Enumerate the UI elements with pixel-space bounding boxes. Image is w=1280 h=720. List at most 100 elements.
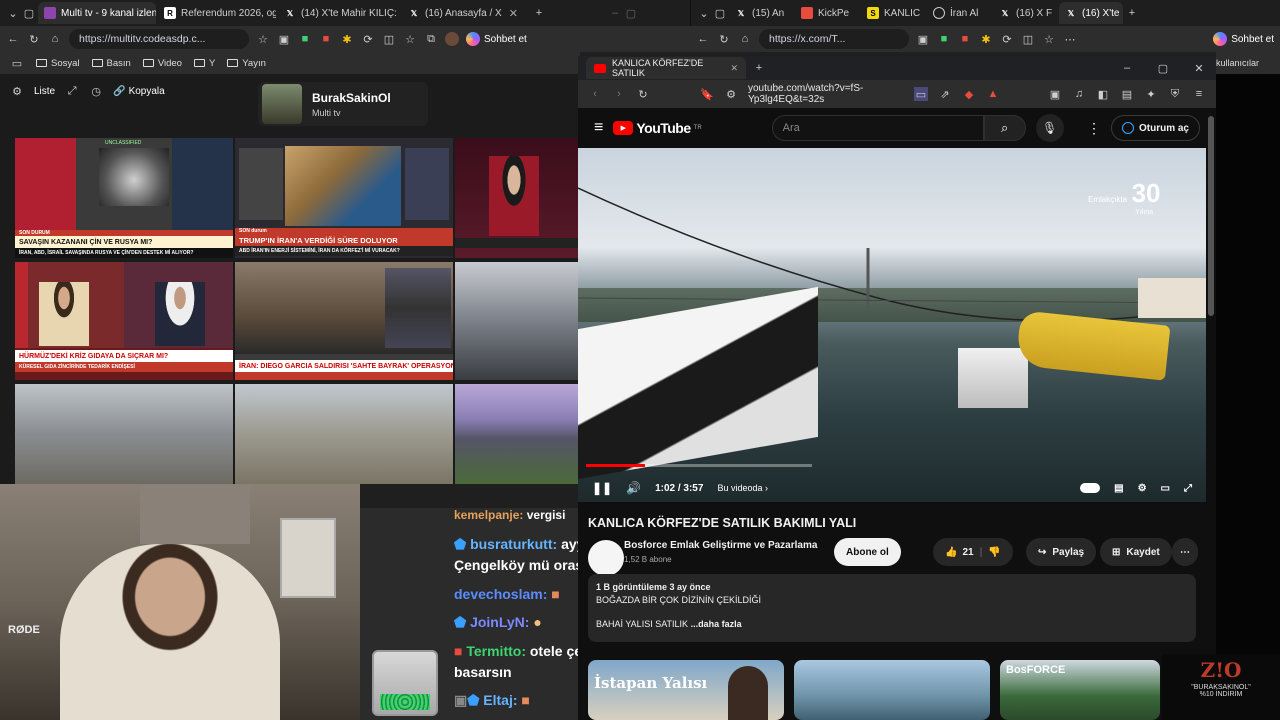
tv-tile-9[interactable] (455, 384, 578, 484)
close-window-icon[interactable]: ✕ (1192, 61, 1206, 75)
tv-tile-2[interactable]: SON durum TRUMP'IN İRAN'A VERDİĞİ SÜRE D… (235, 138, 453, 258)
video-player[interactable]: Emlakçıkta 30 Yılına ❚❚ 🔊 1:02 / 3:57 Bu… (578, 148, 1206, 502)
sync-icon[interactable]: ⟳ (361, 32, 375, 46)
new-tab-icon[interactable]: + (1125, 6, 1139, 20)
related-video-3[interactable]: BosFORCE (1000, 660, 1160, 720)
tab-r6[interactable]: 𝕏 (16) X'te (1059, 2, 1123, 24)
tab-list-icon[interactable]: ⌄ (697, 6, 711, 20)
menu-icon[interactable]: ▭ (10, 56, 24, 70)
show-more-link[interactable]: ...daha fazla (691, 619, 742, 629)
menu-icon[interactable]: ≡ (1192, 87, 1206, 101)
favorites-icon[interactable]: ☆ (1042, 32, 1056, 46)
tab-x-mahir[interactable]: 𝕏 (14) X'te Mahir KILIÇ: "G ✕ (278, 2, 400, 24)
maximize-icon[interactable]: ▢ (624, 6, 638, 20)
ai-icon[interactable]: ✦ (1144, 87, 1158, 101)
tab-r5[interactable]: 𝕏 (16) X F (993, 2, 1057, 24)
bookmark-folder[interactable]: Basın (91, 58, 131, 69)
url-text[interactable]: youtube.com/watch?v=fS-Yp3lg4EQ&t=32s (748, 83, 878, 105)
tv-tile-4[interactable]: HÜRMÜZ'DEKİ KRİZ GIDAYA DA SIÇRAR MI? KÜ… (15, 262, 233, 380)
timer-icon[interactable]: ◷ (89, 84, 103, 98)
back-icon[interactable]: ‹ (588, 87, 602, 101)
workspaces-icon[interactable]: ▢ (22, 6, 36, 20)
rewards-icon[interactable]: ▲ (986, 87, 1000, 101)
minimize-icon[interactable]: – (1120, 61, 1134, 75)
related-video-1[interactable]: İstapan Yalısı (588, 660, 784, 720)
sidebar-icon[interactable]: ◧ (1096, 87, 1110, 101)
search-button[interactable]: ⌕ (983, 115, 1026, 141)
dislike-button[interactable]: 👎 (988, 547, 1000, 558)
tab-r2[interactable]: KickPe (795, 2, 859, 24)
signin-button[interactable]: Oturum aç (1110, 115, 1200, 141)
more-actions-button[interactable]: ⋯ (1172, 538, 1198, 566)
bookmark-folder[interactable]: Video (142, 58, 182, 69)
extension-icon[interactable]: ■ (937, 32, 951, 46)
sync-icon[interactable]: ⟳ (1000, 32, 1014, 46)
tv-tile-7[interactable] (15, 384, 233, 484)
cast-icon[interactable]: ▭ (914, 87, 928, 101)
url-field[interactable]: https://x.com/T... (759, 29, 909, 49)
brave-shield-icon[interactable]: ◆ (962, 87, 976, 101)
tab-x-home[interactable]: 𝕏 (16) Anasayfa / X ✕ (402, 2, 524, 24)
settings-icon[interactable]: ⚙ (1138, 483, 1147, 494)
extension-icon[interactable]: ■ (298, 32, 312, 46)
tv-tile-1[interactable]: UNCLASSIFIED SON DURUM SAVAŞIN KAZANANI … (15, 138, 233, 258)
volume-icon[interactable]: 🔊 (626, 481, 641, 495)
share-button[interactable]: ↪ Paylaş (1026, 538, 1097, 566)
tab-referendum[interactable]: R Referendum 2026, ogg ✕ (158, 2, 276, 24)
hamburger-icon[interactable]: ≡ (594, 119, 603, 137)
close-tab-icon[interactable]: ✕ (509, 7, 518, 20)
more-icon[interactable]: ⋯ (1063, 32, 1077, 46)
subtitles-icon[interactable]: ▤ (1114, 483, 1123, 494)
fullscreen-icon[interactable]: ⤢ (65, 84, 79, 98)
chat-button[interactable]: Sohbet et (1213, 32, 1274, 46)
tab-r4[interactable]: İran Al (927, 2, 991, 24)
new-tab-icon[interactable]: + (532, 6, 546, 20)
workspaces-icon[interactable]: ▢ (713, 6, 727, 20)
extension-icon[interactable]: ▣ (277, 32, 291, 46)
tab-r1[interactable]: 𝕏 (15) An (729, 2, 793, 24)
tab-r3[interactable]: S KANLIC (861, 2, 925, 24)
fullscreen-icon[interactable]: ⤢ (1184, 483, 1192, 494)
media-icon[interactable]: ♫ (1072, 87, 1086, 101)
tab-list-icon[interactable]: ⌄ (6, 6, 20, 20)
autoplay-toggle[interactable] (1080, 483, 1101, 493)
split-view-icon[interactable]: ◫ (1021, 32, 1035, 46)
youtube-logo[interactable]: ▶ YouTube TR (613, 120, 702, 136)
tv-tile-5[interactable]: İRAN: DIEGO GARCIA SALDIRISI 'SAHTE BAYR… (235, 262, 453, 380)
wallet-icon[interactable]: ▤ (1120, 87, 1134, 101)
popup-tab[interactable]: KANLICA KÖRFEZ'DE SATILIK ✕ (586, 57, 746, 79)
reload-icon[interactable]: ↻ (27, 32, 41, 46)
avatar[interactable] (445, 32, 459, 46)
tv-tile-8[interactable] (235, 384, 453, 484)
bookmark-folder[interactable]: Yayın (227, 58, 266, 69)
maximize-icon[interactable]: ▢ (1156, 61, 1170, 75)
pause-icon[interactable]: ❚❚ (592, 481, 612, 495)
tv-tile-3[interactable] (455, 138, 578, 258)
vpn-icon[interactable]: ⛨ (1168, 87, 1182, 101)
extension-icon[interactable]: ▣ (916, 32, 930, 46)
more-options-icon[interactable]: ⋮ (1087, 120, 1101, 137)
bookmark-folder[interactable]: Y (193, 58, 215, 69)
bookmark-icon[interactable]: 🔖 (700, 87, 714, 101)
chat-button[interactable]: Sohbet et (466, 32, 527, 46)
share-icon[interactable]: ⇗ (938, 87, 952, 101)
reload-icon[interactable]: ↻ (717, 32, 731, 46)
copy-button[interactable]: 🔗 Kopyala (113, 86, 165, 97)
home-icon[interactable]: ⌂ (48, 32, 62, 46)
scrollbar[interactable] (1208, 116, 1214, 316)
extension-icon[interactable]: ✱ (979, 32, 993, 46)
like-button[interactable]: 👍 21 (945, 547, 974, 558)
close-tab-icon[interactable]: ✕ (730, 63, 738, 74)
channel-avatar[interactable] (588, 540, 624, 576)
back-icon[interactable]: ← (696, 32, 710, 46)
description-box[interactable]: 1 B görüntüleme 3 ay önce BOĞAZDA BİR ÇO… (588, 574, 1196, 642)
favorites-icon[interactable]: ☆ (403, 32, 417, 46)
new-tab-icon[interactable]: + (752, 61, 766, 75)
related-video-2[interactable] (794, 660, 990, 720)
bookmark-overflow[interactable]: kullanıcılar (1216, 52, 1280, 74)
home-icon[interactable]: ⌂ (738, 32, 752, 46)
site-info-icon[interactable]: ⚙ (724, 87, 738, 101)
extension-icon[interactable]: ■ (958, 32, 972, 46)
forward-icon[interactable]: › (612, 87, 626, 101)
bookmark-folder[interactable]: Sosyal (36, 58, 80, 69)
